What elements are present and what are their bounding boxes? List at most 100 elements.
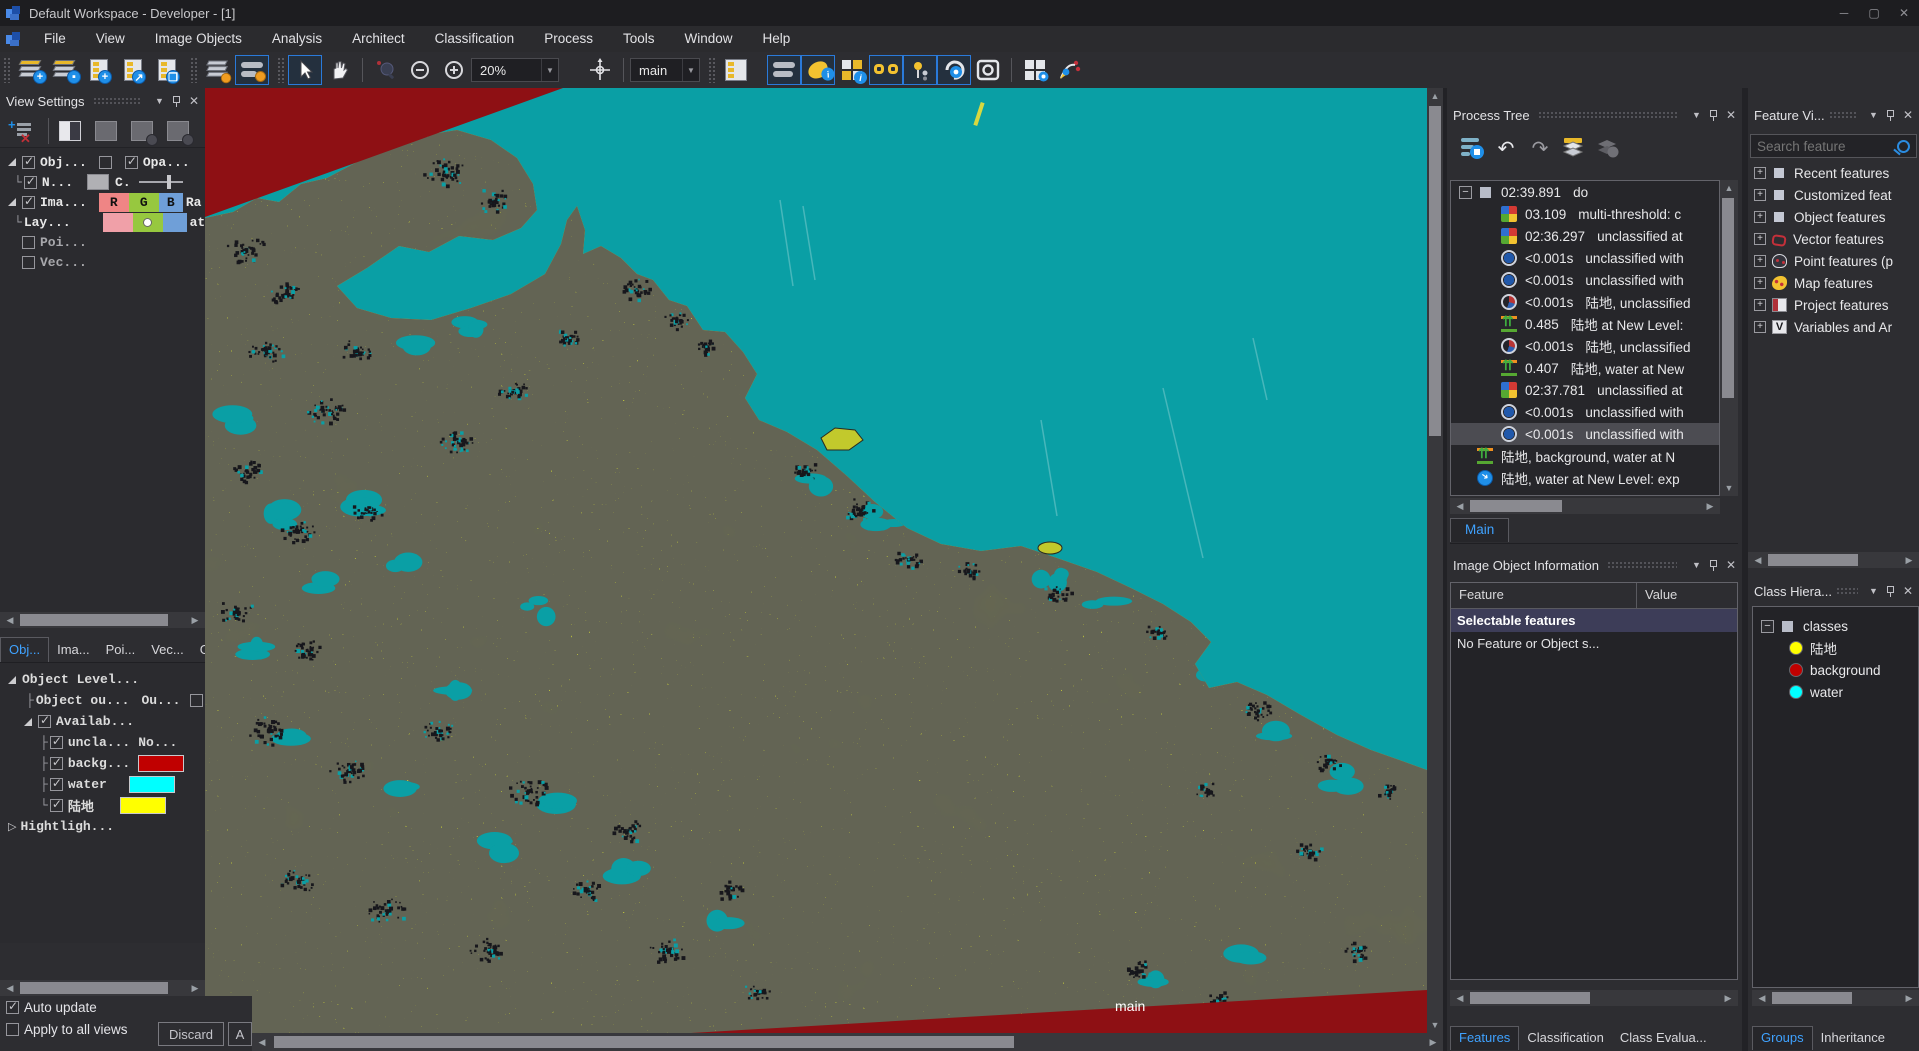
land-checkbox[interactable] [50,799,63,812]
process-tree-row[interactable]: <0.001sunclassified with [1451,401,1719,423]
layer-red-cell[interactable] [103,213,133,232]
scroll-down-icon[interactable]: ▼ [1427,1017,1443,1033]
sample-tool-button[interactable] [903,55,937,85]
tab-features[interactable]: Features [1450,1026,1519,1050]
pin-icon[interactable] [1886,110,1895,121]
tree-row-background[interactable]: ├ backg... [0,753,205,774]
water-color-swatch[interactable] [129,776,175,793]
add-map-button[interactable]: + [82,55,116,85]
scroll-left-icon[interactable]: ◀ [254,1033,270,1051]
find-objects-button[interactable] [971,55,1005,85]
view-settings-toggle-button[interactable] [235,55,269,85]
tree-row-layer[interactable]: └ Lay... at [0,212,205,232]
toolbar-grip[interactable] [708,57,716,83]
scroll-up-icon[interactable]: ▲ [1427,88,1443,104]
menu-analysis[interactable]: Analysis [257,26,337,52]
scroll-left-icon[interactable]: ◀ [1452,990,1468,1006]
tree-row-objects[interactable]: Obj... Opa... [0,152,205,172]
process-tree-row[interactable]: <0.001sunclassified with [1451,247,1719,269]
expand-icon[interactable]: + [1754,211,1766,223]
view-settings-hscrollbar[interactable]: ◀ ▶ [0,612,205,628]
select-cursor-button[interactable] [288,55,322,85]
tree-row-classes[interactable]: − classes [1753,615,1918,637]
pin-icon[interactable] [1886,586,1895,597]
scroll-right-icon[interactable]: ▶ [1720,990,1736,1006]
menu-view[interactable]: View [81,26,140,52]
thematic-edit-button[interactable] [1052,55,1086,85]
toolbar-grip[interactable] [3,57,11,83]
pin-icon[interactable] [172,96,181,107]
scroll-right-icon[interactable]: ▶ [1901,552,1917,568]
map-viewer[interactable] [205,88,1427,1033]
chevron-down-icon[interactable]: ▼ [541,59,558,81]
auto-update-checkbox[interactable] [6,1001,19,1014]
feature-view-row[interactable]: +Recent features [1750,162,1917,184]
scroll-right-icon[interactable]: ▶ [1901,990,1917,1006]
scroll-up-icon[interactable]: ▲ [1720,180,1738,196]
zoom-lock-button[interactable] [369,55,403,85]
tab-inheritance[interactable]: Inheritance [1813,1027,1893,1050]
class-row[interactable]: 陆地 [1753,637,1918,659]
close-icon[interactable]: ✕ [1903,584,1913,598]
table-row[interactable]: No Feature or Object s... [1451,632,1737,655]
menu-tools[interactable]: Tools [608,26,670,52]
background-color-swatch[interactable] [138,755,184,772]
undo-button[interactable]: ↶ [1489,132,1523,164]
minimize-icon[interactable]: ─ [1829,1,1859,25]
feature-view-header[interactable]: Feature Vi... ▼ ✕ [1748,102,1919,128]
layout-three-button[interactable] [127,118,157,144]
chevron-down-icon[interactable]: ▼ [1692,110,1701,120]
layer-tab[interactable]: Ima... [49,638,98,662]
tree-row-points[interactable]: Poi... [0,232,205,252]
scroll-left-icon[interactable]: ◀ [1452,498,1468,514]
chevron-down-icon[interactable]: ▼ [1869,110,1878,120]
feature-view-row[interactable]: +Map features [1750,272,1917,294]
auto-update-row[interactable]: Auto update [0,996,252,1018]
collapsed-expander-icon[interactable]: ▷ [8,820,16,833]
tree-row-navigation[interactable]: └ N... C. [0,172,205,192]
process-tree-vscrollbar[interactable]: ▲ ▼ [1720,180,1738,496]
zoom-out-button[interactable] [403,55,437,85]
viewer-hscrollbar[interactable]: ◀ ▶ [252,1033,1443,1051]
expand-icon[interactable]: + [1754,189,1766,201]
close-icon[interactable]: ✕ [1903,108,1913,122]
scroll-left-icon[interactable]: ◀ [2,612,18,628]
feature-view-row[interactable]: +Customized feat [1750,184,1917,206]
process-tree-row[interactable]: <0.001s陆地, unclassified [1451,335,1719,357]
object-table-button[interactable]: i [835,55,869,85]
layer-panel-hscrollbar[interactable]: ◀ ▶ [0,980,205,996]
unclassified-checkbox[interactable] [50,736,63,749]
points-checkbox[interactable] [22,236,35,249]
class-row[interactable]: water [1753,681,1918,703]
feature-view-row[interactable]: +Vector features [1750,228,1917,250]
window-combo[interactable]: main ▼ [630,58,700,82]
delete-process-button[interactable] [1591,132,1625,164]
image-object-info-header[interactable]: Image Object Information ▼ ✕ [1447,552,1742,578]
tab-classevalua[interactable]: Class Evalua... [1612,1027,1715,1050]
menu-file[interactable]: File [29,26,81,52]
feature-view-row[interactable]: +Project features [1750,294,1917,316]
chevron-down-icon[interactable]: ▼ [1692,560,1701,570]
process-tree-row[interactable]: 03.109multi-threshold: c [1451,203,1719,225]
process-tree-row[interactable]: 陆地, water at New Level: exp [1451,467,1719,489]
menu-architect[interactable]: Architect [337,26,420,52]
feature-view-row[interactable]: +Object features [1750,206,1917,228]
add-view-setting-button[interactable]: +✕ [6,118,36,144]
column-value[interactable]: Value [1637,583,1685,608]
scroll-right-icon[interactable]: ▶ [1425,1033,1441,1051]
process-tree-row[interactable]: 0.407陆地, water at New [1451,357,1719,379]
pin-icon[interactable] [1709,110,1718,121]
close-icon[interactable]: ✕ [1889,1,1919,25]
zoom-in-button[interactable] [437,55,471,85]
redo-button[interactable]: ↷ [1523,132,1557,164]
view-classification-button[interactable]: i [801,55,835,85]
color-swatch[interactable] [87,174,109,190]
column-feature[interactable]: Feature [1451,583,1637,608]
toolbar-grip[interactable] [277,57,285,83]
drag-handle[interactable] [1538,111,1677,120]
red-channel-cell[interactable]: R [99,193,129,212]
save-project-button[interactable]: ▪ [48,55,82,85]
menu-help[interactable]: Help [748,26,806,52]
new-project-button[interactable]: + [14,55,48,85]
objects-checkbox[interactable] [22,156,35,169]
